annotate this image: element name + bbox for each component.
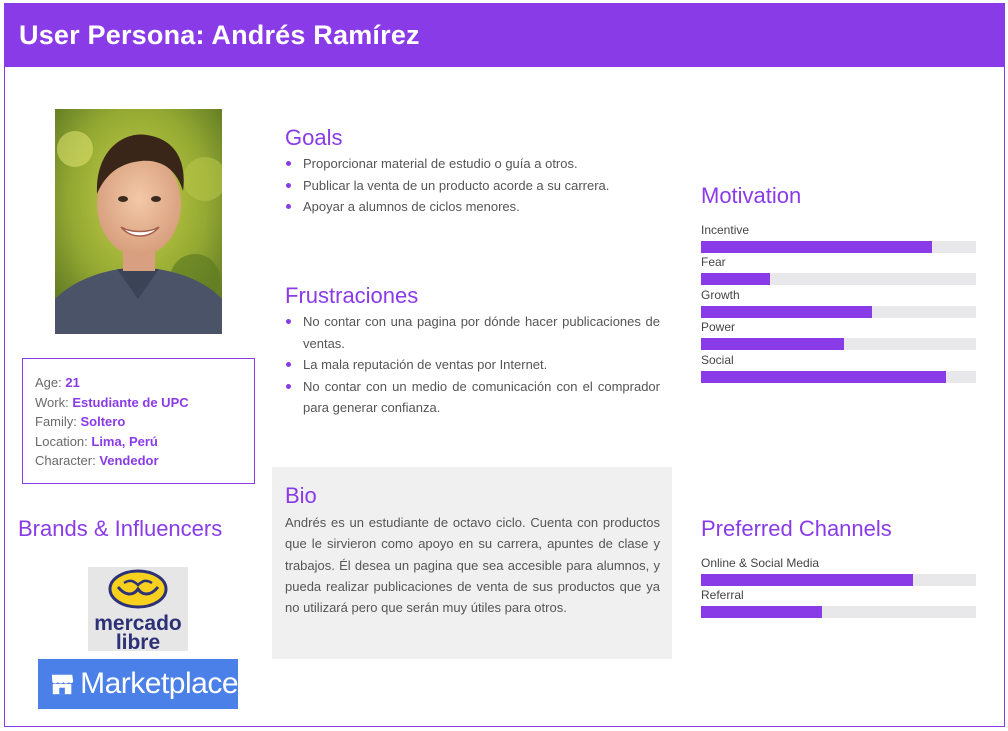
motivation-title: Motivation [701,183,802,208]
motivation-label-social: Social [701,353,734,367]
list-item: Publicar la venta de un producto acorde … [285,175,665,197]
bio-title: Bio [285,483,317,508]
goals-list: Proporcionar material de estudio o guía … [285,153,665,218]
motivation-bar-fear [701,273,976,285]
motivation-label-power: Power [701,320,736,334]
motivation-label-fear: Fear [701,255,726,269]
marketplace-logo: Marketplace [38,659,238,709]
info-age: Age: 21 [35,375,80,390]
list-item: Apoyar a alumnos de ciclos menores. [285,196,665,218]
frustrations-list: No contar con una pagina por dónde hacer… [285,311,660,419]
motivation-bar-social [701,371,976,383]
frustrations-title: Frustraciones [285,283,419,308]
motivation-label-incentive: Incentive [701,223,750,237]
persona-photo [55,109,222,334]
motivation-bar-power [701,338,976,350]
list-item: Proporcionar material de estudio o guía … [285,153,665,175]
channel-label-online: Online & Social Media [701,556,820,570]
svg-text:libre: libre [116,631,160,651]
bar-fill [701,306,872,318]
bar-fill [701,371,946,383]
marketplace-logo-text: Marketplace [80,667,238,700]
channels-title: Preferred Channels [701,516,892,541]
motivation-bar-incentive [701,241,976,253]
info-location: Location: Lima, Perú [35,433,158,449]
bar-fill [701,241,932,253]
motivation-label-growth: Growth [701,288,740,302]
brands-title: Brands & Influencers [18,516,223,541]
bio-text: Andrés es un estudiante de octavo ciclo.… [285,515,660,616]
person-photo-icon [55,109,222,334]
mercado-libre-logo: mercado libre [88,567,188,654]
info-character: Character: Vendedor [35,453,159,469]
persona-info-box: Age: 21 Work: Estudiante de UPC Family: … [22,358,255,484]
bar-fill [701,273,770,285]
store-icon [51,674,74,695]
channel-bar-online [701,574,976,586]
list-item: No contar con un medio de comunicación c… [285,376,660,419]
channel-bar-referral [701,606,976,618]
channel-label-referral: Referral [701,588,744,602]
motivation-bar-growth [701,306,976,318]
goals-title: Goals [285,125,343,150]
bar-fill [701,338,844,350]
bar-fill [701,574,913,586]
header-bar: User Persona: Andrés Ramírez [4,3,1005,67]
info-work: Work: Estudiante de UPC [35,394,189,410]
list-item: No contar con una pagina por dónde hacer… [285,311,660,354]
page-title: User Persona: Andrés Ramírez [19,20,420,50]
bar-fill [701,606,822,618]
info-family: Family: Soltero [35,414,126,430]
list-item: La mala reputación de ventas por Interne… [285,354,660,376]
